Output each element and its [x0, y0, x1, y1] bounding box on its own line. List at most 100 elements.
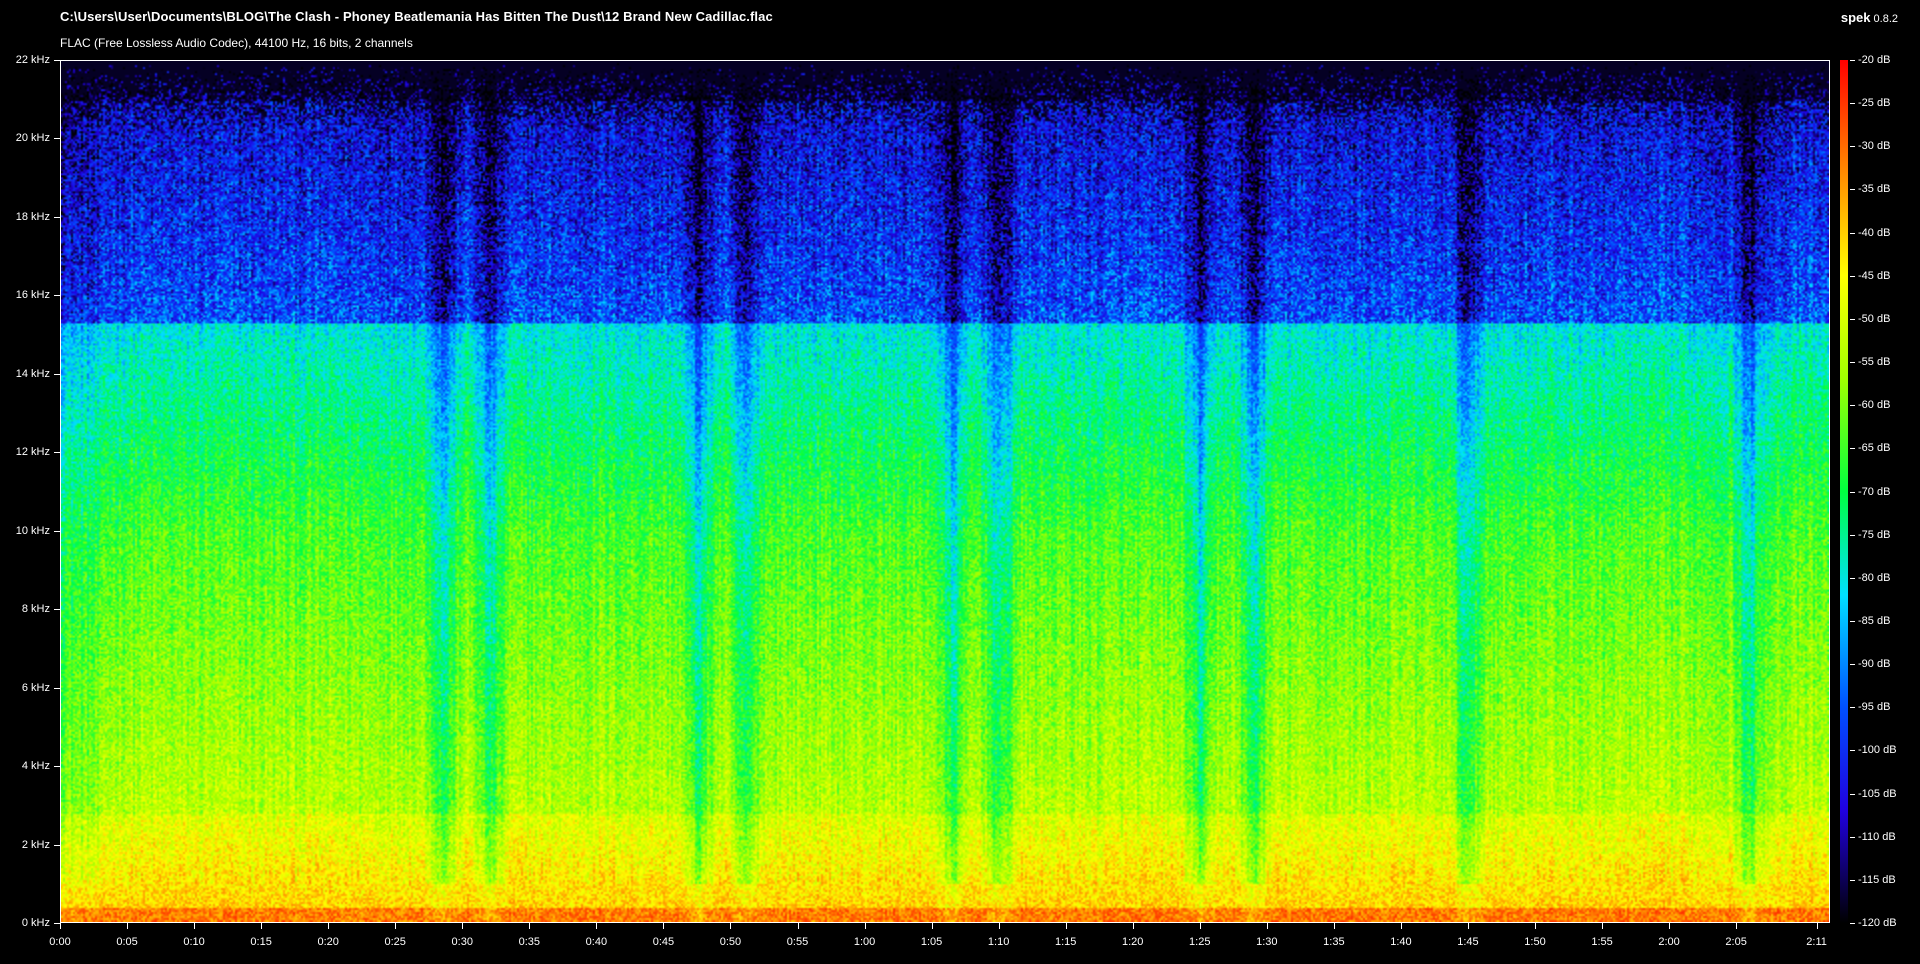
time-tick-label: 1:55: [1591, 936, 1613, 948]
file-format-info: FLAC (Free Lossless Audio Codec), 44100 …: [60, 36, 413, 50]
frequency-tick-label: 2 kHz: [21, 838, 50, 851]
time-tick-mark: [1334, 923, 1335, 929]
db-tick-label: -45 dB: [1858, 269, 1891, 282]
time-tick-mark: [1817, 923, 1818, 929]
file-path-title: C:\Users\User\Documents\BLOG\The Clash -…: [60, 9, 773, 24]
db-tick-mark: [1850, 362, 1855, 363]
db-tick-label: -70 dB: [1858, 485, 1891, 498]
db-tick-mark: [1850, 794, 1855, 795]
time-tick-label: 1:05: [920, 936, 943, 948]
db-tick-label: -120 dB: [1858, 917, 1897, 929]
time-tick-mark: [395, 923, 396, 929]
time-tick-mark: [529, 923, 530, 929]
db-tick-label: -60 dB: [1858, 399, 1891, 412]
db-tick-mark: [1850, 750, 1855, 751]
db-tick-label: -115 dB: [1858, 873, 1896, 886]
time-tick-label: 0:50: [719, 936, 742, 948]
frequency-tick-mark: [54, 845, 60, 846]
db-tick-mark: [1850, 276, 1855, 277]
time-tick-label: 0:25: [384, 936, 406, 948]
db-tick-label: -85 dB: [1858, 614, 1891, 627]
time-tick-label: 0:00: [49, 936, 71, 948]
db-tick-label: -25 dB: [1858, 97, 1891, 110]
time-tick-label: 0:35: [518, 936, 541, 948]
app-version: 0.8.2: [1873, 13, 1898, 25]
time-tick-label: 1:50: [1524, 936, 1546, 948]
frequency-tick-label: 6 kHz: [21, 681, 50, 694]
time-tick-label: 1:25: [1189, 936, 1211, 948]
time-tick-label: 1:10: [987, 936, 1010, 948]
frequency-tick-mark: [54, 609, 60, 610]
time-tick-label: 0:55: [786, 936, 809, 948]
time-tick-mark: [865, 923, 866, 929]
db-tick-mark: [1850, 492, 1855, 493]
time-tick-mark: [798, 923, 799, 929]
frequency-tick-label: 8 kHz: [21, 603, 50, 616]
db-tick-mark: [1850, 664, 1855, 665]
spectrogram-plot: [60, 60, 1830, 923]
db-tick-mark: [1850, 448, 1855, 449]
frequency-tick-label: 4 kHz: [21, 760, 50, 773]
db-tick-label: -95 dB: [1858, 701, 1891, 714]
time-tick-mark: [127, 923, 128, 929]
time-tick-mark: [730, 923, 731, 929]
app-name: spek: [1840, 10, 1871, 25]
time-tick-label: 0:15: [250, 936, 272, 948]
db-tick-mark: [1850, 146, 1855, 147]
time-tick-mark: [1669, 923, 1670, 929]
time-tick-mark: [1200, 923, 1201, 929]
time-tick-mark: [1468, 923, 1469, 929]
spectrogram-heatmap: [61, 61, 1829, 922]
time-tick-mark: [1267, 923, 1268, 929]
db-tick-label: -100 dB: [1858, 744, 1897, 757]
frequency-tick-label: 10 kHz: [15, 524, 50, 537]
time-tick-label: 0:20: [317, 936, 339, 948]
db-tick-mark: [1850, 60, 1855, 61]
time-tick-mark: [60, 923, 61, 929]
db-tick-mark: [1850, 923, 1855, 924]
spek-window: C:\Users\User\Documents\BLOG\The Clash -…: [0, 0, 1920, 964]
frequency-tick-label: 14 kHz: [15, 367, 50, 380]
time-tick-label: 1:45: [1457, 936, 1479, 948]
db-tick-label: -80 dB: [1858, 571, 1891, 584]
frequency-tick-mark: [54, 217, 60, 218]
time-tick-label: 1:00: [853, 936, 876, 948]
frequency-tick-mark: [54, 452, 60, 453]
time-tick-mark: [1133, 923, 1134, 929]
time-tick-label: 1:15: [1054, 936, 1077, 948]
frequency-tick-mark: [54, 138, 60, 139]
db-tick-label: -65 dB: [1858, 442, 1891, 455]
frequency-tick-label: 12 kHz: [15, 446, 50, 459]
time-tick-mark: [1535, 923, 1536, 929]
db-tick-label: -55 dB: [1858, 356, 1891, 369]
time-tick-label: 1:35: [1323, 936, 1345, 948]
time-tick-label: 0:30: [451, 936, 473, 948]
frequency-tick-label: 18 kHz: [15, 210, 50, 223]
db-tick-mark: [1850, 103, 1855, 104]
time-tick-mark: [999, 923, 1000, 929]
time-tick-mark: [1066, 923, 1067, 929]
frequency-tick-label: 22 kHz: [15, 54, 50, 66]
db-tick-mark: [1850, 621, 1855, 622]
time-tick-label: 2:05: [1725, 936, 1747, 948]
frequency-tick-mark: [54, 60, 60, 61]
db-tick-mark: [1850, 233, 1855, 234]
frequency-tick-mark: [54, 374, 60, 375]
time-tick-mark: [596, 923, 597, 929]
db-tick-label: -90 dB: [1858, 658, 1891, 671]
db-tick-mark: [1850, 578, 1855, 579]
time-tick-label: 0:45: [652, 936, 675, 948]
time-tick-label: 2:00: [1658, 936, 1680, 948]
time-tick-mark: [261, 923, 262, 929]
db-tick-label: -75 dB: [1858, 528, 1891, 541]
time-tick-mark: [194, 923, 195, 929]
time-tick-label: 1:20: [1122, 936, 1144, 948]
db-tick-label: -40 dB: [1858, 226, 1891, 239]
frequency-tick-label: 20 kHz: [15, 132, 50, 145]
time-tick-mark: [1401, 923, 1402, 929]
time-tick-label: 0:05: [116, 936, 138, 948]
time-tick-mark: [932, 923, 933, 929]
app-brand: spek 0.8.2: [1841, 10, 1898, 25]
time-tick-label: 1:30: [1256, 936, 1278, 948]
frequency-tick-mark: [54, 766, 60, 767]
